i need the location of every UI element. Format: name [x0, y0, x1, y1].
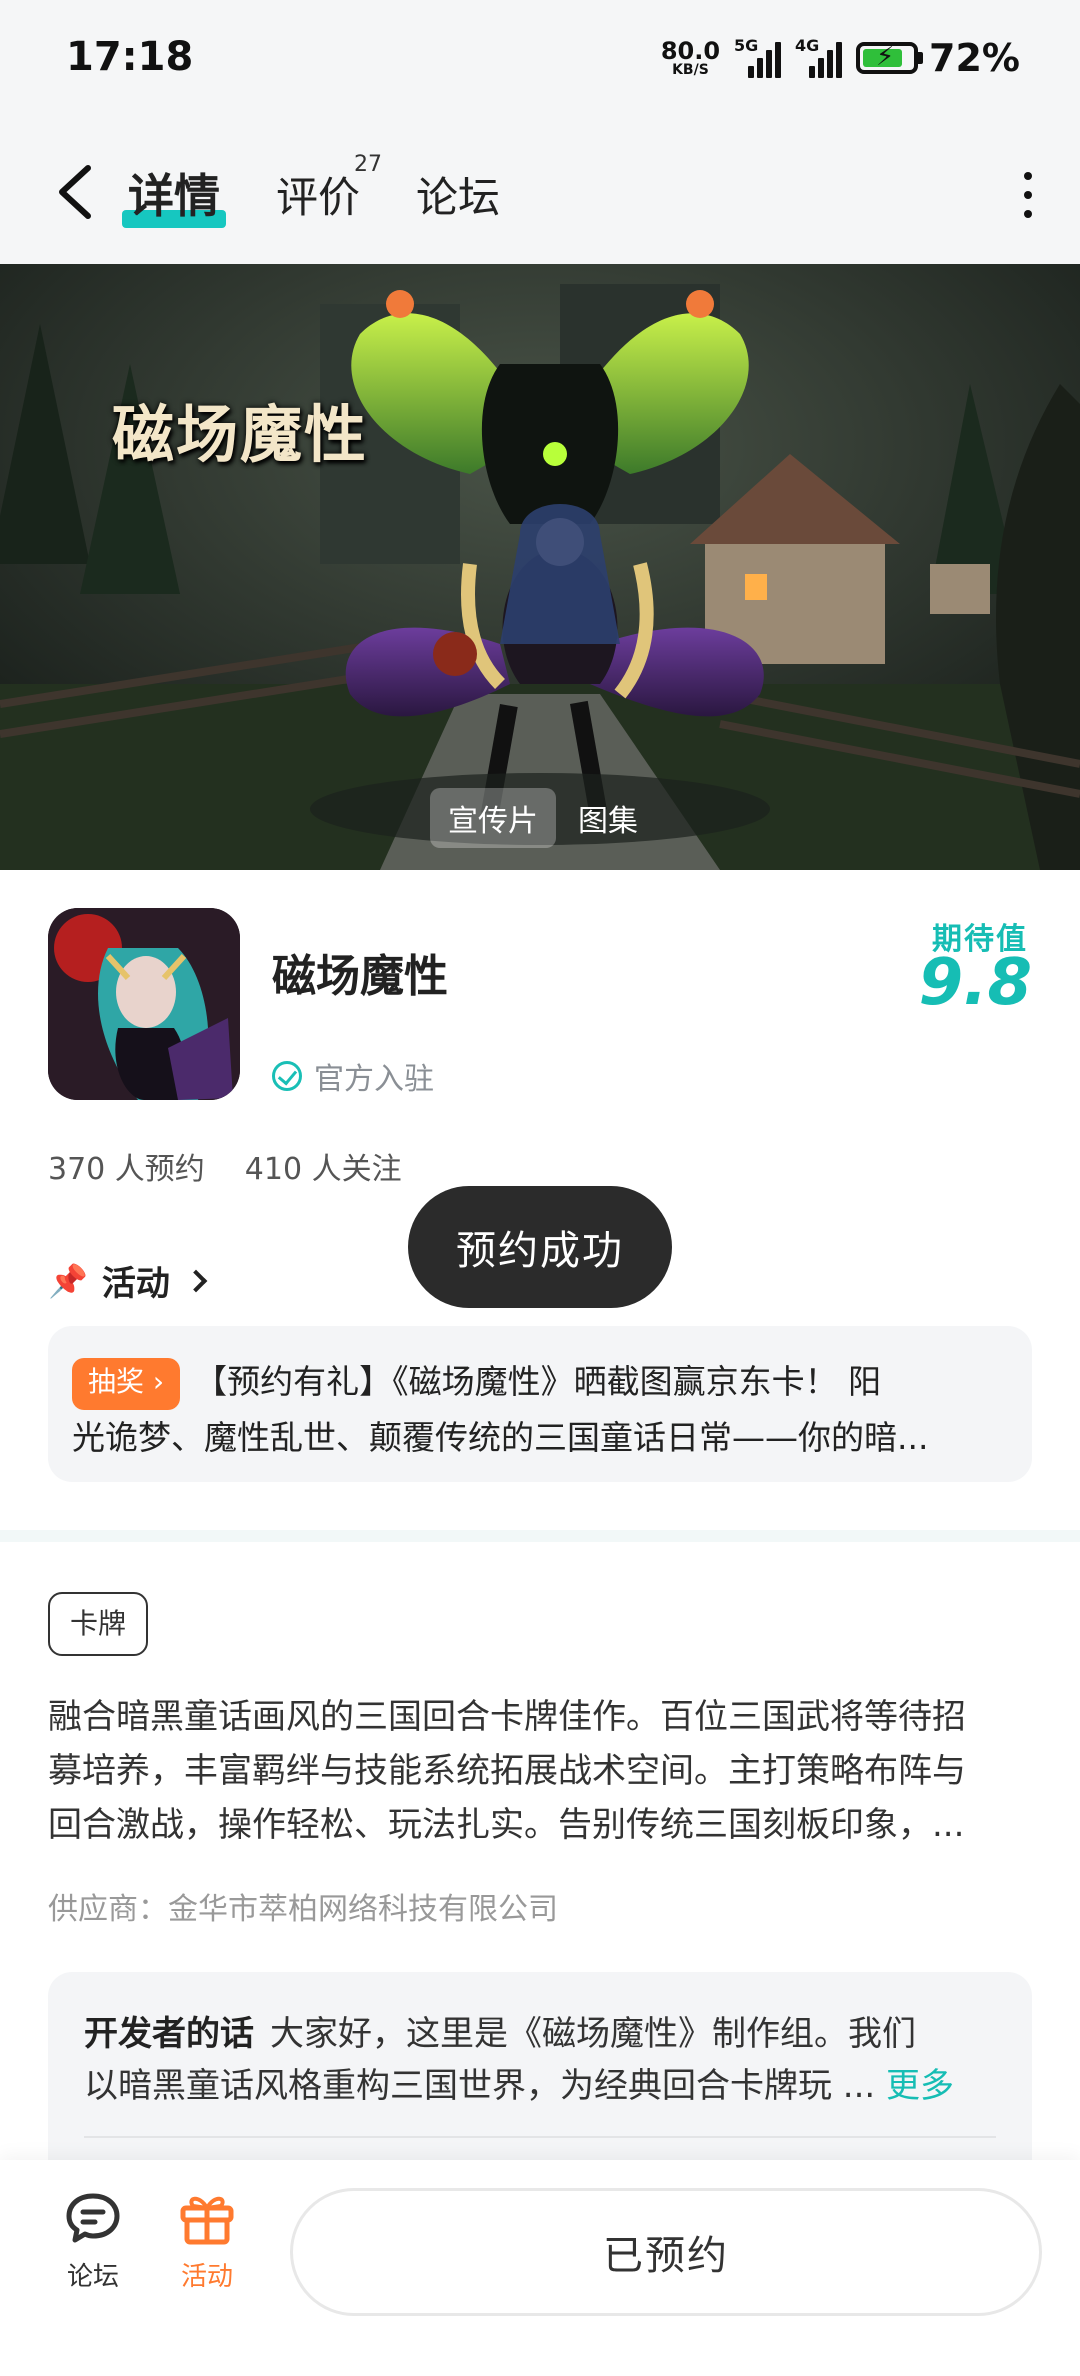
- bottom-forum-button[interactable]: 论坛: [38, 2190, 148, 2293]
- signal-4g-icon: 4G: [795, 36, 843, 78]
- pin-icon: 📌: [48, 1261, 88, 1300]
- description-line3: 回合激战，操作轻松、玩法扎实。告别传统三国刻板印象，...: [48, 1805, 965, 1845]
- activity-header-label: 活动: [101, 1264, 170, 1304]
- divider-line: [84, 2136, 996, 2138]
- signal-5g-icon: 5G: [734, 36, 782, 78]
- developer-note-card[interactable]: 开发者的话 大家好，这里是《磁场魔性》制作组。我们 以暗黑童话风格重构三国世界，为…: [48, 1972, 1032, 2172]
- game-description[interactable]: 融合暗黑童话画风的三国回合卡牌佳作。百位三国武将等待招 募培养，丰富羁绊与技能系…: [48, 1690, 1032, 1852]
- more-link[interactable]: 更多: [886, 2066, 954, 2106]
- signal-4g-label: 4G: [795, 36, 820, 55]
- battery-icon: ⚡ 72%: [856, 36, 1020, 80]
- media-tab-gallery[interactable]: 图集: [560, 788, 656, 848]
- activity-text-line2: 光诡梦、魔性乱世、颠覆传统的三国童话日常——你的暗...: [72, 1418, 929, 1457]
- game-stats: 370 人预约 410 人关注: [48, 1144, 402, 1188]
- developer-note-line1: 大家好，这里是《磁场魔性》制作组。我们: [270, 2014, 916, 2054]
- lottery-badge: 抽奖 ›: [72, 1358, 181, 1410]
- game-title: 磁场魔性: [272, 951, 448, 1002]
- banner-title: 磁场魔性: [112, 398, 369, 471]
- media-tabs: 宣传片 图集: [430, 788, 656, 848]
- tab-details[interactable]: 详情: [122, 160, 226, 228]
- official-badge: 官方入驻: [272, 1054, 434, 1098]
- status-icons: 80.0 KB/S 5G 4G ⚡ 72%: [661, 34, 1020, 82]
- status-bar: 17:18 80.0 KB/S 5G 4G ⚡ 72%: [0, 0, 1080, 118]
- network-speed: 80.0 KB/S: [661, 39, 720, 77]
- more-options-icon[interactable]: [1018, 172, 1038, 218]
- status-time: 17:18: [66, 34, 194, 80]
- expectation-score: 9.8: [918, 946, 1032, 1020]
- reviews-count-badge: 27: [354, 152, 382, 177]
- section-divider: [0, 1530, 1080, 1542]
- chevron-right-icon: [184, 1269, 208, 1292]
- tab-reviews[interactable]: 评价: [276, 164, 360, 225]
- back-arrow-icon[interactable]: [52, 162, 100, 222]
- lottery-badge-label: 抽奖: [88, 1365, 145, 1398]
- bottom-activity-label: 活动: [180, 2262, 233, 2292]
- network-speed-unit: KB/S: [672, 62, 709, 78]
- activity-header[interactable]: 📌 活动: [48, 1256, 208, 1305]
- media-tab-trailer[interactable]: 宣传片: [430, 788, 556, 848]
- tab-reviews-label: 评价: [276, 173, 361, 222]
- battery-percent: 72%: [929, 36, 1020, 80]
- success-toast: 预约成功: [408, 1186, 672, 1308]
- network-speed-value: 80.0: [660, 37, 721, 65]
- bottom-forum-label: 论坛: [66, 2262, 119, 2292]
- developer-note-line2: 以暗黑童话风格重构三国世界，为经典回合卡牌玩 ...: [84, 2066, 876, 2106]
- signal-5g-label: 5G: [734, 36, 759, 55]
- tab-details-label: 详情: [128, 169, 220, 223]
- game-app-icon: [48, 908, 240, 1100]
- description-line2: 募培养，丰富羁绊与技能系统拓展战术空间。主打策略布阵与: [48, 1751, 966, 1791]
- nav-header: 详情 评价 27 论坛: [0, 118, 1080, 264]
- activity-text-line1: 【预约有礼】《磁场魔性》晒截图赢京东卡！ 阳: [194, 1362, 882, 1401]
- forum-chat-icon: [66, 2193, 120, 2243]
- supplier-info: 供应商：金华市萃柏网络科技有限公司: [48, 1892, 558, 1927]
- follower-count: 410 人关注: [244, 1152, 402, 1187]
- banner-artwork: [0, 264, 1080, 870]
- official-label: 官方入驻: [314, 1062, 434, 1097]
- reservation-count: 370 人预约: [48, 1152, 205, 1187]
- gift-icon: [180, 2196, 234, 2245]
- tab-forum[interactable]: 论坛: [416, 164, 500, 225]
- genre-tag[interactable]: 卡牌: [48, 1592, 149, 1656]
- bottom-action-bar: 论坛 活动 已预约: [0, 2160, 1080, 2376]
- activity-card[interactable]: 抽奖 › 【预约有礼】《磁场魔性》晒截图赢京东卡！ 阳 光诡梦、魔性乱世、颠覆传统…: [48, 1326, 1032, 1482]
- developer-note-title: 开发者的话: [84, 2014, 254, 2054]
- tab-forum-label: 论坛: [416, 173, 501, 222]
- verified-check-icon: [272, 1061, 302, 1091]
- bottom-activity-button[interactable]: 活动: [152, 2190, 262, 2293]
- description-line1: 融合暗黑童话画风的三国回合卡牌佳作。百位三国武将等待招: [48, 1697, 966, 1737]
- reserved-button[interactable]: 已预约: [290, 2188, 1042, 2316]
- game-banner[interactable]: 磁场魔性 宣传片 图集: [0, 264, 1080, 870]
